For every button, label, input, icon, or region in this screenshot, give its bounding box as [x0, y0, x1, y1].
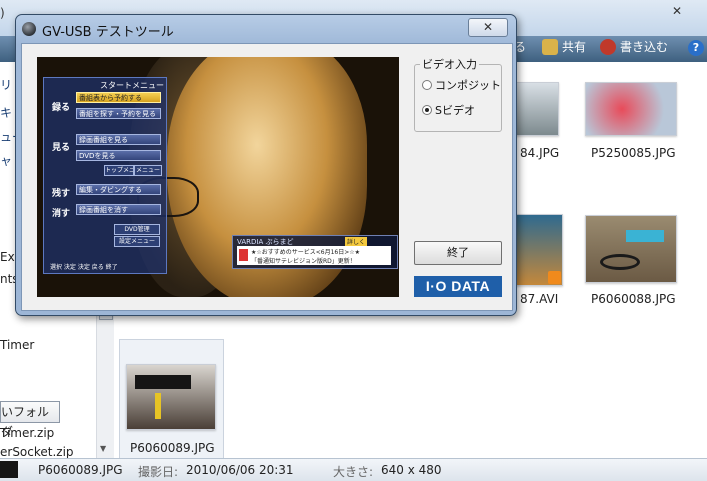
status-bar: P6060089.JPG 撮影日: 2010/06/06 20:31 大きさ: …: [0, 458, 707, 481]
osd-small-4: 設定メニュー: [114, 236, 160, 247]
nav-fragment-1[interactable]: リ: [0, 76, 12, 93]
status-filename: P6060089.JPG: [38, 463, 123, 477]
radio-composite[interactable]: コンポジット: [422, 77, 501, 93]
osd-footer: 選択 決定 決定 戻る 終了: [50, 264, 118, 271]
radio-svideo-label: Sビデオ: [435, 104, 475, 117]
osd-side-watch: 見る: [52, 143, 71, 153]
video-preview: スタートメニュー 録る 見る 残す 消す 番組表から予約する 番組を探す・予約を…: [37, 57, 399, 297]
dialog-title: GV-USB テストツール: [42, 25, 174, 40]
ticker-line-1: ★☆おすすめのサービス<6月16日>☆★: [251, 249, 361, 256]
nav-fragment-4[interactable]: ャ: [0, 152, 12, 169]
radio-composite-circle[interactable]: [422, 80, 432, 90]
preview-start-menu: スタートメニュー 録る 見る 残す 消す 番組表から予約する 番組を探す・予約を…: [43, 77, 167, 274]
osd-btn-1: 番組表から予約する: [76, 92, 161, 103]
ticker-logo-icon: [239, 249, 248, 261]
file-label-p6060089[interactable]: P6060089.JPG: [130, 441, 215, 455]
nav-fragment-2[interactable]: キ: [0, 104, 12, 121]
help-icon[interactable]: ?: [688, 40, 704, 56]
osd-btn-4: DVDを見る: [76, 150, 161, 161]
osd-btn-6: 録画番組を消す: [76, 204, 161, 215]
share-label: 共有: [562, 40, 587, 54]
osd-side-record: 録る: [52, 103, 71, 113]
share-button[interactable]: 共有: [542, 38, 586, 55]
preview-ticker: VARDIA ぷらまど 詳しく ★☆おすすめのサービス<6月16日>☆★ 「番通…: [232, 235, 398, 269]
video-input-group: [414, 64, 502, 132]
video-play-icon: [548, 271, 561, 284]
file-label-84[interactable]: 84.JPG: [520, 146, 559, 160]
status-date-value: 2010/06/06 20:31: [186, 463, 294, 477]
thumbnail-cable: [600, 254, 640, 270]
osd-btn-3: 録画番組を見る: [76, 134, 161, 145]
iodata-logo: I·O DATA: [414, 276, 502, 297]
explorer-close-icon[interactable]: ✕: [672, 4, 682, 18]
file-label-p5250085[interactable]: P5250085.JPG: [591, 146, 676, 160]
osd-btn-5: 編集・ダビングする: [76, 184, 161, 195]
thumbnail-device: [135, 375, 191, 389]
osd-side-keep: 残す: [52, 189, 71, 199]
osd-small-1: トップメニュー: [104, 165, 134, 176]
nav-fragment-7[interactable]: Timer: [0, 338, 34, 352]
radio-svideo-circle[interactable]: [422, 105, 432, 115]
burn-icon: [600, 38, 616, 55]
file-label-p6060088[interactable]: P6060088.JPG: [591, 292, 676, 306]
osd-small-3: DVD管理: [114, 224, 160, 235]
share-icon: [542, 38, 558, 55]
thumbnail-cable-yellow: [155, 393, 161, 419]
radio-composite-label: コンポジット: [435, 79, 501, 92]
radio-svideo[interactable]: Sビデオ: [422, 102, 475, 118]
dialog-close-button[interactable]: ✕: [468, 18, 508, 37]
video-input-legend: ビデオ入力: [420, 56, 479, 72]
file-thumbnail-p6060088[interactable]: [585, 215, 677, 283]
status-date-label: 撮影日:: [138, 465, 179, 479]
status-size-value: 640 x 480: [381, 463, 442, 477]
dialog-client-area: スタートメニュー 録る 見る 残す 消す 番組表から予約する 番組を探す・予約を…: [21, 43, 513, 311]
file-thumbnail-84[interactable]: [511, 82, 559, 136]
file-label-87-avi[interactable]: 87.AVI: [520, 292, 558, 306]
scroll-down-icon[interactable]: ▼: [100, 444, 106, 453]
exit-button[interactable]: 終了: [414, 241, 502, 265]
gv-usb-dialog: GV-USB テストツール ✕ スタートメニュー 録る 見る 残す 消す 番組表…: [15, 14, 517, 316]
ticker-box: ★☆おすすめのサービス<6月16日>☆★ 「番通知サテレビジョン版RD」更新！: [237, 246, 391, 265]
status-size-label: 大きさ:: [333, 465, 374, 479]
nav-fragment-9[interactable]: erSocket.zip: [0, 445, 74, 459]
osd-small-2: メニュー: [134, 165, 162, 176]
file-thumbnail-p5250085[interactable]: [585, 82, 677, 136]
new-folder-button[interactable]: いフォルダ: [0, 401, 60, 439]
app-icon: [22, 22, 36, 36]
ticker-line-2: 「番通知サテレビジョン版RD」更新！: [251, 258, 356, 265]
osd-title: スタートメニュー: [100, 81, 164, 90]
thumbnail-detail: [626, 230, 664, 242]
status-thumbnail: [0, 461, 18, 478]
osd-btn-2: 番組を探す・予約を見る: [76, 108, 161, 119]
osd-side-delete: 消す: [52, 209, 71, 219]
title-fragment: ): [0, 6, 5, 20]
burn-label: 書き込む: [620, 40, 669, 54]
burn-button[interactable]: 書き込む: [600, 38, 668, 55]
file-thumbnail-p6060089[interactable]: [126, 364, 216, 430]
ticker-badge: 詳しく: [345, 237, 368, 246]
file-thumbnail-87-avi[interactable]: [511, 214, 563, 286]
